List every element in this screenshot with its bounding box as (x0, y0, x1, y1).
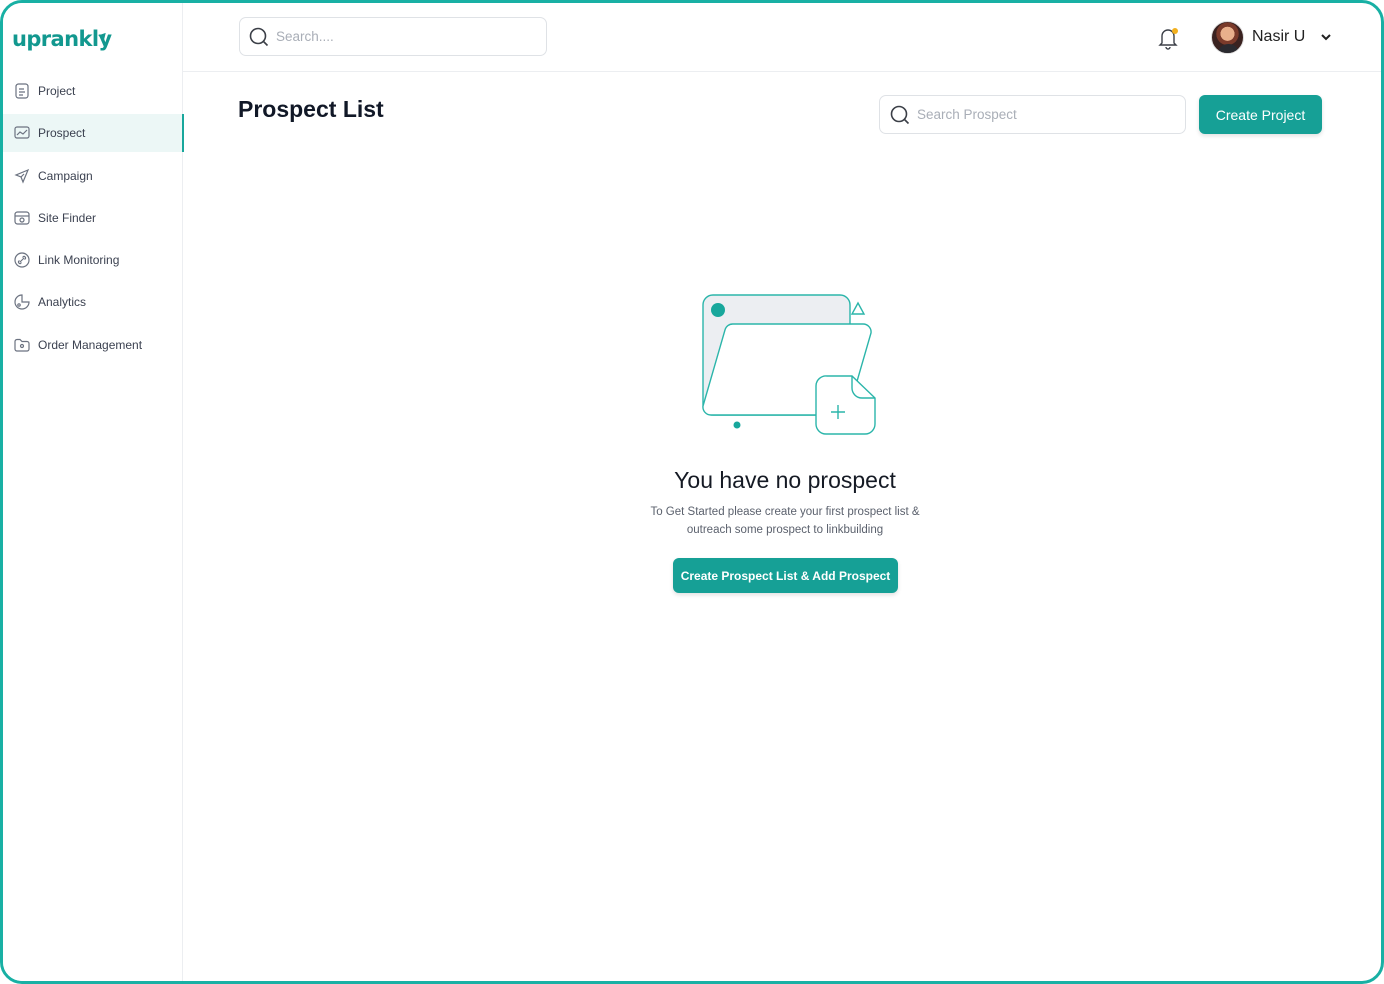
sidebar-item-label: Analytics (38, 295, 87, 310)
chart-screen-icon (13, 124, 31, 142)
page-title: Prospect List (238, 96, 384, 122)
sidebar-item-label: Prospect (38, 126, 86, 141)
chevron-down-icon (1321, 34, 1332, 41)
analytics-icon (13, 293, 31, 311)
sidebar-item-label: Order Management (38, 337, 143, 352)
sidebar-item-label: Campaign (38, 168, 93, 183)
empty-state-description-line: outreach some prospect to linkbuilding (686, 524, 884, 536)
document-icon (13, 82, 31, 100)
prospect-search-input[interactable] (917, 107, 1185, 122)
create-prospect-list-button[interactable]: Create Prospect List & Add Prospect (673, 558, 898, 593)
sidebar-item-link-monitoring[interactable]: Link Monitoring (3, 241, 183, 279)
sidebar-item-project[interactable]: Project (3, 72, 183, 110)
sidebar-item-label: Site Finder (38, 210, 97, 225)
topbar: Nasir U (183, 3, 1381, 72)
paper-plane-icon (13, 167, 31, 185)
create-project-button[interactable]: Create Project (1199, 95, 1322, 134)
sidebar-item-order-management[interactable]: Order Management (3, 326, 183, 364)
prospect-search[interactable] (879, 95, 1186, 134)
empty-state-description: To Get Started please create your first … (585, 503, 985, 539)
folder-icon (13, 336, 31, 354)
notifications-button[interactable] (1157, 25, 1179, 51)
search-icon (249, 27, 269, 46)
sidebar-item-campaign[interactable]: Campaign (3, 157, 183, 195)
user-name: Nasir U (1252, 28, 1306, 45)
site-finder-icon (13, 209, 31, 227)
sidebar: uprankly Project Prospect Campaign Site … (3, 3, 184, 981)
search-input[interactable] (276, 29, 546, 44)
logo: uprankly (12, 27, 112, 51)
sidebar-item-site-finder[interactable]: Site Finder (3, 199, 183, 237)
sidebar-nav: Project Prospect Campaign Site Finder Li… (3, 72, 184, 368)
link-circle-icon (13, 251, 31, 269)
user-menu[interactable]: Nasir U (1211, 20, 1333, 54)
sidebar-item-label: Project (38, 84, 76, 98)
app-window: uprankly Project Prospect Campaign Site … (0, 0, 1384, 984)
sidebar-item-analytics[interactable]: Analytics (3, 283, 183, 321)
notification-dot (1172, 28, 1178, 34)
empty-state-title: You have no prospect (674, 467, 896, 493)
sidebar-item-prospect[interactable]: Prospect (3, 114, 184, 153)
avatar (1211, 20, 1244, 54)
global-search[interactable] (239, 17, 547, 56)
search-icon (890, 105, 910, 124)
empty-folder-illustration (702, 294, 876, 435)
empty-state-description-line: To Get Started please create your first … (650, 506, 920, 518)
sidebar-item-label: Link Monitoring (38, 253, 120, 268)
